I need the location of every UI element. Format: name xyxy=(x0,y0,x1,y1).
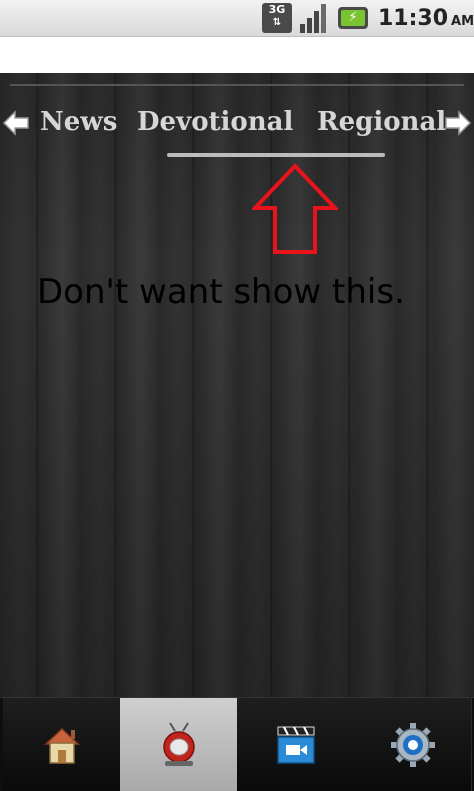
bottom-tab-video[interactable] xyxy=(237,698,355,791)
network-3g-icon: 3G ⇅ xyxy=(262,3,292,33)
annotation-arrow-icon xyxy=(252,163,338,254)
bottom-tab-settings[interactable] xyxy=(354,698,472,791)
tab-devotional[interactable]: Devotional xyxy=(137,100,293,144)
bottom-tab-tv[interactable] xyxy=(120,698,238,791)
tab-news[interactable]: News xyxy=(40,100,117,144)
tab-strip: News Devotional Regional xyxy=(0,100,474,144)
bottom-tab-home[interactable] xyxy=(3,698,121,791)
tv-icon xyxy=(162,721,195,766)
settings-gear-icon xyxy=(390,722,435,767)
home-icon xyxy=(43,727,80,764)
title-bar xyxy=(0,37,474,73)
top-divider xyxy=(10,84,464,86)
charging-battery-icon: ⚡ xyxy=(338,7,368,29)
clock-time: 11:30 xyxy=(378,6,449,31)
clock-ampm: AM xyxy=(451,14,474,29)
tab-regional[interactable]: Regional xyxy=(317,100,446,144)
status-bar: 3G ⇅ ⚡ 11:30 AM xyxy=(0,0,474,37)
arrow-left-icon[interactable] xyxy=(2,110,30,136)
status-clock: 11:30 AM xyxy=(378,4,474,34)
video-icon xyxy=(276,726,315,764)
arrow-right-icon[interactable] xyxy=(444,110,472,136)
annotation-text: Don't want show this. xyxy=(37,272,405,312)
wood-background xyxy=(0,73,474,697)
network-label: 3G xyxy=(268,3,286,16)
bottom-nav xyxy=(0,697,474,791)
selected-tab-indicator xyxy=(167,153,385,157)
signal-strength-icon xyxy=(298,3,330,33)
data-arrows-icon: ⇅ xyxy=(272,17,282,28)
